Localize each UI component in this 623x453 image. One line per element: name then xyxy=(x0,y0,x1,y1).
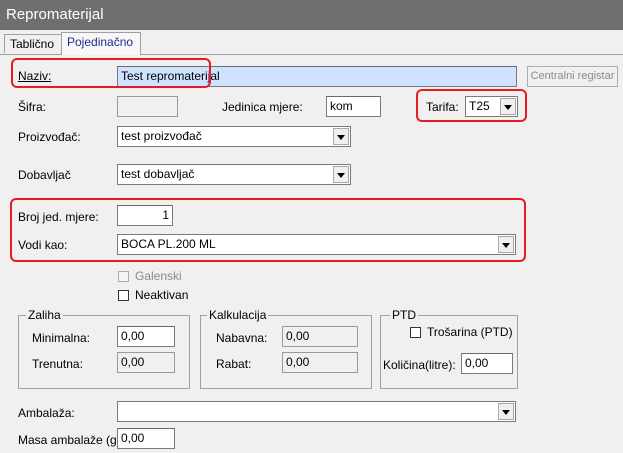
jedinica-mjere-input[interactable]: kom xyxy=(326,96,381,117)
dobavljac-label: Dobavljač xyxy=(18,168,71,182)
minimalna-label: Minimalna: xyxy=(32,331,91,345)
nabavna-field[interactable]: 0,00 xyxy=(282,326,358,347)
kolicina-input[interactable]: 0,00 xyxy=(461,353,513,374)
trenutna-label: Trenutna: xyxy=(32,357,83,371)
tab-strip: Tablično Pojedinačno xyxy=(0,30,623,55)
ptd-title: PTD xyxy=(390,308,418,322)
ambalaza-dropdown[interactable] xyxy=(117,401,516,422)
chevron-down-icon[interactable] xyxy=(498,403,514,420)
minimalna-input[interactable]: 0,00 xyxy=(117,326,175,347)
trosarina-label: Trošarina (PTD) xyxy=(427,325,513,339)
centralni-registar-button[interactable]: Centralni registar xyxy=(527,66,618,87)
window-title: Repromaterijal xyxy=(0,0,623,30)
galenski-checkbox[interactable] xyxy=(118,271,129,282)
ambalaza-label: Ambalaža: xyxy=(18,406,75,420)
proizvodjac-dropdown[interactable]: test proizvođač xyxy=(117,126,351,147)
zaliha-title: Zaliha xyxy=(26,308,63,322)
sifra-label: Šifra: xyxy=(18,100,47,114)
kalkulacija-title: Kalkulacija xyxy=(207,308,269,322)
rabat-label: Rabat: xyxy=(216,357,252,371)
kolicina-label: Količina(litre): xyxy=(383,358,456,372)
dobavljac-value: test dobavljač xyxy=(121,167,195,181)
tarifa-highlight xyxy=(416,89,527,122)
neaktivan-label: Neaktivan xyxy=(135,288,189,302)
masa-ambalaze-label: Masa ambalaže (g): xyxy=(18,433,125,447)
masa-ambalaze-input[interactable]: 0,00 xyxy=(117,428,175,449)
neaktivan-checkbox[interactable] xyxy=(118,290,129,301)
jedinica-mjere-label: Jedinica mjere: xyxy=(222,100,303,114)
nabavna-label: Nabavna: xyxy=(216,331,268,345)
dobavljac-dropdown[interactable]: test dobavljač xyxy=(117,164,351,185)
galenski-label: Galenski xyxy=(135,269,182,283)
jedinica-highlight xyxy=(10,198,526,262)
chevron-down-icon[interactable] xyxy=(333,166,349,183)
sifra-field[interactable] xyxy=(117,96,178,117)
proizvodjac-value: test proizvođač xyxy=(121,129,202,143)
trosarina-checkbox[interactable] xyxy=(410,327,421,338)
rabat-field[interactable]: 0,00 xyxy=(282,352,358,373)
naziv-highlight xyxy=(11,58,211,88)
proizvodjac-label: Proizvođač: xyxy=(18,130,81,144)
chevron-down-icon[interactable] xyxy=(333,128,349,145)
tab-tablicno[interactable]: Tablično xyxy=(4,34,62,53)
tab-pojedinacno[interactable]: Pojedinačno xyxy=(61,32,141,55)
trenutna-field[interactable]: 0,00 xyxy=(117,352,175,373)
